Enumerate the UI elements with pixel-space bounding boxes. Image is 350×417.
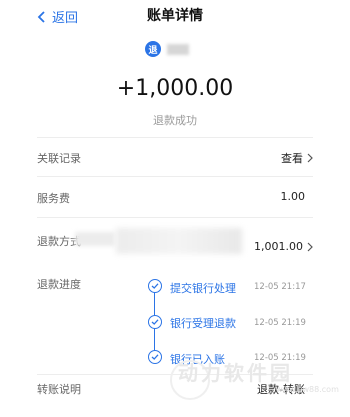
timeline-time: 12-05 21:17: [254, 282, 306, 292]
check-circle-icon: [148, 350, 162, 364]
timeline-step: 提交银行处理: [170, 282, 236, 295]
transfer-label: 转账说明: [37, 383, 81, 396]
related-view-link[interactable]: 查看: [281, 150, 314, 166]
page-title: 账单详情: [147, 8, 203, 24]
divider: [37, 217, 313, 218]
timeline-step: 银行受理退款: [170, 317, 236, 330]
divider: [37, 176, 313, 177]
check-circle-icon: [148, 279, 162, 293]
method-amount-link[interactable]: 1,001.00: [254, 240, 314, 253]
divider: [37, 137, 313, 138]
watermark-url: www.pw88.com: [276, 385, 339, 394]
related-view-text: 查看: [281, 152, 303, 165]
method-amount: 1,001.00: [254, 240, 303, 253]
fee-label: 服务费: [37, 192, 70, 205]
chevron-right-icon: [307, 242, 313, 251]
progress-label: 退款进度: [37, 278, 81, 291]
amount: +1,000.00: [116, 76, 234, 101]
method-blurred-account: [116, 228, 242, 254]
status-text: 退款成功: [153, 114, 197, 127]
chevron-right-icon: [307, 153, 313, 163]
related-label: 关联记录: [37, 152, 81, 165]
check-circle-icon: [148, 315, 162, 329]
watermark-text: 动力软件园: [178, 361, 293, 385]
merchant-name-blurred: [167, 43, 189, 55]
method-blurred-detail: [75, 232, 115, 246]
merchant: 退: [145, 41, 189, 57]
fee-value: 1.00: [280, 190, 306, 203]
refund-icon: 退: [145, 41, 161, 57]
timeline-time: 12-05 21:19: [254, 318, 306, 328]
